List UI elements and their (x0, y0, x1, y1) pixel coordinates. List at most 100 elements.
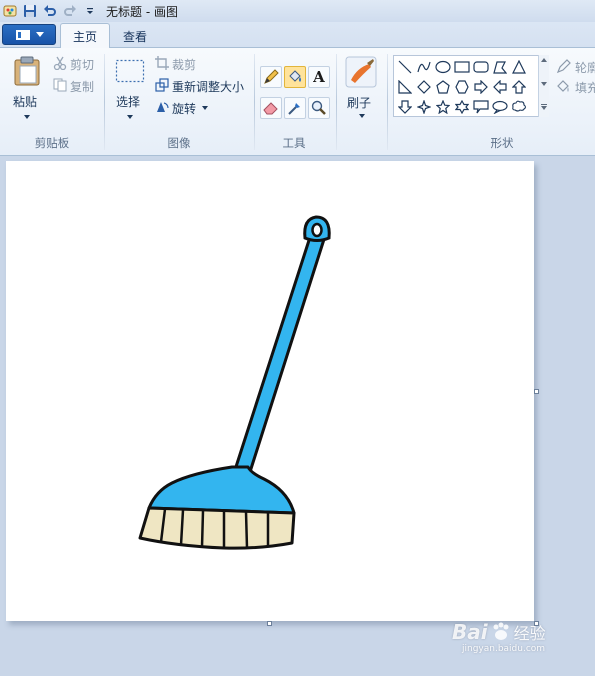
five-point-star-shape-icon[interactable] (434, 98, 452, 116)
clipboard-group-label: 剪贴板 (34, 136, 70, 150)
magnifier-tool-button[interactable] (308, 97, 330, 119)
rectangle-shape-icon[interactable] (453, 58, 471, 76)
select-button[interactable]: 选择 (112, 56, 148, 128)
broom-drawing (138, 215, 331, 550)
watermark-suffix: 经验 (513, 624, 546, 643)
cut-label: 剪切 (70, 58, 95, 72)
eraser-tool-button[interactable] (260, 97, 282, 119)
copy-icon (53, 78, 67, 92)
left-arrow-shape-icon[interactable] (491, 78, 509, 96)
brushes-button[interactable]: 刷子 (342, 54, 382, 126)
pentagon-shape-icon[interactable] (434, 78, 452, 96)
crop-button[interactable]: 裁剪 (155, 55, 205, 73)
baidu-watermark: Bai 经验 jingyan.baidu.com (452, 620, 546, 654)
right-arrow-shape-icon[interactable] (472, 78, 490, 96)
save-icon[interactable] (20, 1, 40, 21)
brushes-label: 刷子 (347, 96, 372, 110)
text-tool-button[interactable]: A (308, 66, 330, 88)
diamond-shape-icon[interactable] (415, 78, 433, 96)
redo-icon[interactable] (60, 1, 80, 21)
rotate-icon (157, 102, 169, 112)
chevron-down-icon (35, 31, 44, 37)
rect-callout-shape-icon[interactable] (472, 98, 490, 116)
pencil-icon (264, 69, 279, 84)
six-point-star-shape-icon[interactable] (453, 98, 471, 116)
fill-tool-button[interactable] (284, 66, 306, 88)
quick-access-toolbar (0, 0, 100, 22)
paste-button[interactable]: 粘贴 (10, 54, 44, 126)
undo-icon[interactable] (40, 1, 60, 21)
select-label: 选择 (116, 95, 141, 109)
oval-shape-icon[interactable] (434, 58, 452, 76)
tools-group-label: 工具 (282, 136, 306, 150)
broom-hang-hole (311, 222, 323, 238)
shape-fill-button[interactable]: 填充 (556, 78, 595, 96)
paste-icon (14, 56, 40, 86)
copy-label: 复制 (70, 80, 95, 94)
title-bar: 无标题 - 画图 (0, 0, 595, 22)
shapes-group-label: 形状 (490, 136, 514, 150)
tab-view[interactable]: 查看 (111, 23, 159, 49)
right-triangle-shape-icon[interactable] (396, 78, 414, 96)
chevron-down-icon (202, 106, 208, 110)
expand-gallery-icon (541, 104, 547, 110)
broom-handle (232, 229, 328, 477)
eyedropper-icon (288, 103, 300, 115)
fill-label: 填充 (575, 81, 595, 95)
curve-shape-icon[interactable] (415, 58, 433, 76)
resize-label: 重新调整大小 (172, 80, 245, 94)
canvas-resize-handle-right[interactable] (534, 389, 539, 394)
broom-head (147, 465, 296, 515)
oval-callout-shape-icon[interactable] (491, 98, 509, 116)
image-group-label: 图像 (167, 136, 191, 150)
fill-bucket-icon (557, 80, 569, 92)
chevron-down-icon (359, 114, 365, 118)
tab-home[interactable]: 主页 (60, 23, 111, 49)
crop-label: 裁剪 (172, 58, 197, 72)
up-arrow-shape-icon[interactable] (510, 78, 528, 96)
four-point-star-shape-icon[interactable] (415, 98, 433, 116)
group-separator (336, 54, 337, 150)
line-shape-icon[interactable] (396, 58, 414, 76)
outline-pen-icon (556, 59, 571, 74)
triangle-shape-icon[interactable] (510, 58, 528, 76)
scroll-up-icon (541, 58, 547, 62)
customize-qa-dropdown-icon[interactable] (80, 1, 100, 21)
copy-button[interactable]: 复制 (53, 77, 99, 95)
rotate-button[interactable]: 旋转 (155, 99, 215, 117)
paint-app-icon[interactable] (0, 1, 20, 21)
ribbon-tab-bar: 主页 查看 (0, 22, 595, 49)
eraser-icon (263, 102, 278, 115)
canvas-resize-handle-bottom[interactable] (267, 621, 272, 626)
resize-icon (155, 78, 169, 92)
rectangle-select-icon (115, 59, 145, 83)
rotate-label: 旋转 (172, 102, 197, 116)
text-icon: A (313, 68, 325, 86)
chevron-down-icon (127, 115, 133, 119)
group-separator (387, 54, 388, 150)
rounded-rectangle-shape-icon[interactable] (472, 58, 490, 76)
brush-icon (345, 56, 377, 88)
window-title: 无标题 - 画图 (106, 4, 178, 19)
color-picker-tool-button[interactable] (284, 97, 306, 119)
group-separator (254, 54, 255, 150)
drawing-canvas[interactable] (6, 161, 534, 621)
shape-outline-button[interactable]: 轮廓 (556, 58, 595, 76)
paint-bucket-icon (289, 70, 301, 82)
resize-button[interactable]: 重新调整大小 (155, 77, 249, 95)
shapes-scrollbar[interactable] (538, 55, 549, 117)
scroll-down-icon (541, 82, 547, 86)
polygon-shape-icon[interactable] (491, 58, 509, 76)
hexagon-shape-icon[interactable] (453, 78, 471, 96)
chevron-down-icon (24, 115, 30, 119)
crop-icon (155, 56, 169, 70)
outline-label: 轮廓 (575, 61, 595, 75)
pencil-tool-button[interactable] (260, 66, 282, 88)
down-arrow-shape-icon[interactable] (396, 98, 414, 116)
cut-button[interactable]: 剪切 (53, 55, 99, 73)
cloud-callout-shape-icon[interactable] (510, 98, 528, 116)
group-separator (104, 54, 105, 150)
menu-icon (15, 29, 30, 40)
scissors-icon (53, 56, 67, 70)
paint-menu-button[interactable] (2, 24, 56, 45)
